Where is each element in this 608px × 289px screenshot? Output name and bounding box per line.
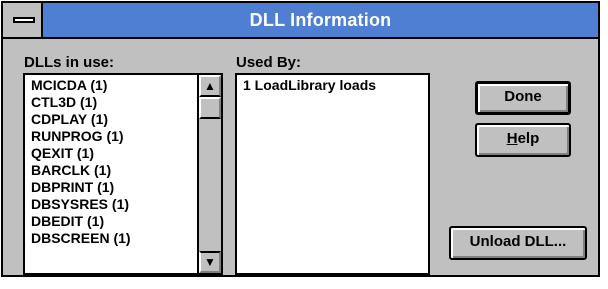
arrow-down-icon: ▼ bbox=[204, 255, 216, 269]
dll-list-item[interactable]: QEXIT (1) bbox=[31, 145, 131, 162]
scroll-up-button[interactable]: ▲ bbox=[199, 75, 221, 97]
dll-list-scrollbar[interactable]: ▲ ▼ bbox=[197, 75, 221, 273]
dll-list-item[interactable]: CTL3D (1) bbox=[31, 94, 131, 111]
dll-list-item[interactable]: CDPLAY (1) bbox=[31, 111, 131, 128]
unload-dll-button[interactable]: Unload DLL... bbox=[449, 226, 587, 260]
dlls-in-use-label: DLLs in use: bbox=[24, 54, 115, 71]
arrow-up-icon: ▲ bbox=[204, 79, 216, 93]
dll-list-item[interactable]: MCICDA (1) bbox=[31, 77, 131, 94]
system-menu-button[interactable] bbox=[3, 3, 43, 37]
title-bar[interactable]: DLL Information bbox=[3, 3, 598, 39]
dll-list-item[interactable]: DBSCREEN (1) bbox=[31, 230, 131, 247]
used-by-listbox[interactable]: 1 LoadLibrary loads bbox=[235, 73, 430, 275]
dll-information-dialog: DLL Information DLLs in use: MCICDA (1) C… bbox=[1, 1, 600, 277]
used-by-item[interactable]: 1 LoadLibrary loads bbox=[243, 77, 376, 94]
window-title: DLL Information bbox=[249, 10, 392, 30]
scroll-down-button[interactable]: ▼ bbox=[199, 251, 221, 273]
dll-list-item[interactable]: DBSYSRES (1) bbox=[31, 196, 131, 213]
dlls-in-use-listbox[interactable]: MCICDA (1) CTL3D (1) CDPLAY (1) RUNPROG (1)… bbox=[23, 73, 223, 275]
scroll-thumb[interactable] bbox=[199, 97, 221, 119]
used-by-label: Used By: bbox=[236, 54, 302, 71]
help-button[interactable]: Help bbox=[475, 123, 571, 157]
dll-list-item[interactable]: BARCLK (1) bbox=[31, 162, 131, 179]
dll-list-items: MCICDA (1) CTL3D (1) CDPLAY (1) RUNPROG (1)… bbox=[31, 77, 131, 247]
help-mnemonic: H bbox=[506, 130, 518, 147]
help-label-rest: elp bbox=[517, 130, 540, 147]
system-menu-icon bbox=[13, 17, 35, 23]
dll-list-item[interactable]: DBPRINT (1) bbox=[31, 179, 131, 196]
dll-list-item[interactable]: DBEDIT (1) bbox=[31, 213, 131, 230]
dll-list-item[interactable]: RUNPROG (1) bbox=[31, 128, 131, 145]
done-button[interactable]: Done bbox=[475, 81, 571, 115]
